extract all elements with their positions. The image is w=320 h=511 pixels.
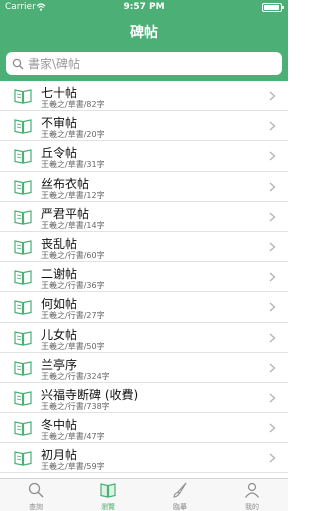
item-subtitle: 王羲之/行書/60字 — [41, 250, 105, 260]
item-subtitle: 王羲之/行書/324字 — [41, 371, 110, 381]
chevron-right-icon — [269, 272, 276, 282]
item-subtitle: 王羲之/行書/36字 — [41, 281, 105, 291]
list-item[interactable]: 冬中帖 王羲之/草書/47字 — [0, 413, 288, 444]
list-item[interactable]: 初月帖 王羲之/草書/59字 — [0, 443, 288, 474]
list-item[interactable]: 何如帖 王羲之/行書/27字 — [0, 292, 288, 323]
list-item[interactable]: 兴福寺断碑 (收費) 王羲之/行書/738字 — [0, 383, 288, 414]
chevron-right-icon — [269, 453, 276, 463]
item-subtitle: 王羲之/草書/59字 — [41, 462, 105, 472]
chevron-right-icon — [269, 393, 276, 403]
list-item[interactable]: 儿女帖 王羲之/草書/50字 — [0, 323, 288, 353]
item-subtitle: 王羲之/草書/12字 — [41, 190, 105, 200]
item-subtitle: 王羲之/行書/738字 — [41, 401, 110, 411]
brush-icon — [173, 482, 187, 498]
tab-label: 臨摹 — [173, 503, 187, 511]
tab-copy[interactable]: 臨摹 — [144, 479, 216, 511]
item-subtitle: 王羲之/草書/50字 — [41, 341, 105, 351]
book-icon — [14, 240, 32, 255]
item-subtitle: 王羲之/行書/27字 — [41, 311, 105, 321]
chevron-right-icon — [269, 121, 276, 131]
list-item[interactable]: 丝布衣帖 王羲之/草書/12字 — [0, 172, 288, 202]
list-item[interactable]: 严君平帖 王羲之/草書/14字 — [0, 202, 288, 232]
list-item[interactable]: 丘令帖 王羲之/草書/31字 — [0, 141, 288, 172]
tab-browse[interactable]: 瀏覽 — [72, 479, 144, 511]
list-item[interactable]: 二谢帖 王羲之/行書/36字 — [0, 262, 288, 293]
item-subtitle: 王羲之/草書/14字 — [41, 220, 105, 230]
search-icon — [12, 58, 24, 69]
book-icon — [14, 149, 32, 165]
book-icon — [14, 330, 32, 346]
book-icon — [14, 119, 32, 134]
item-subtitle: 王羲之/草書/31字 — [41, 160, 105, 170]
item-subtitle: 王羲之/草書/20字 — [41, 130, 105, 140]
chevron-right-icon — [269, 182, 276, 192]
tab-label: 我的 — [245, 503, 259, 511]
book-icon — [14, 210, 32, 225]
book-icon — [14, 89, 32, 104]
book-icon — [14, 300, 32, 316]
list-item[interactable]: 丧乱帖 王羲之/行書/60字 — [0, 232, 288, 263]
status-bar: Carrier 9:57 PM — [0, 0, 288, 16]
tab-mine[interactable]: 我的 — [216, 479, 288, 511]
rubbing-list: 七十帖 王羲之/草書/82字 不审帖 王羲之/草書/20字 丘令帖 王羲之/草書… — [0, 81, 288, 478]
book-icon — [14, 391, 32, 406]
chevron-right-icon — [269, 212, 276, 222]
list-item[interactable]: 不审帖 王羲之/草書/20字 — [0, 111, 288, 142]
book-icon — [14, 179, 32, 195]
navigation-bar: Carrier 9:57 PM 碑帖 — [0, 0, 288, 81]
tab-label: 瀏覽 — [101, 503, 115, 511]
chevron-right-icon — [269, 423, 276, 433]
list-item[interactable]: 七十帖 王羲之/草書/82字 — [0, 81, 288, 112]
tab-bar: 查詢 瀏覽 臨摹 我的 — [0, 478, 288, 511]
tab-search[interactable]: 查詢 — [0, 479, 72, 511]
item-subtitle: 王羲之/草書/47字 — [41, 432, 105, 442]
chevron-right-icon — [269, 302, 276, 312]
item-subtitle: 王羲之/草書/82字 — [41, 100, 105, 109]
battery-icon — [262, 3, 284, 12]
tab-label: 查詢 — [29, 503, 43, 511]
chevron-right-icon — [269, 151, 276, 161]
book-icon — [14, 360, 32, 376]
book-icon — [14, 421, 32, 436]
person-icon — [245, 482, 259, 498]
chevron-right-icon — [269, 363, 276, 373]
chevron-right-icon — [269, 242, 276, 252]
list-item[interactable]: 兰亭序 王羲之/行書/324字 — [0, 353, 288, 383]
search-bar[interactable] — [6, 52, 282, 75]
chevron-right-icon — [269, 332, 276, 343]
clock: 9:57 PM — [123, 2, 165, 12]
search-icon — [28, 482, 44, 498]
search-input[interactable] — [28, 56, 268, 71]
page-title: 碑帖 — [130, 25, 158, 41]
book-icon — [14, 451, 32, 466]
chevron-right-icon — [269, 91, 276, 101]
book-icon — [14, 270, 32, 285]
book-icon — [100, 483, 116, 498]
